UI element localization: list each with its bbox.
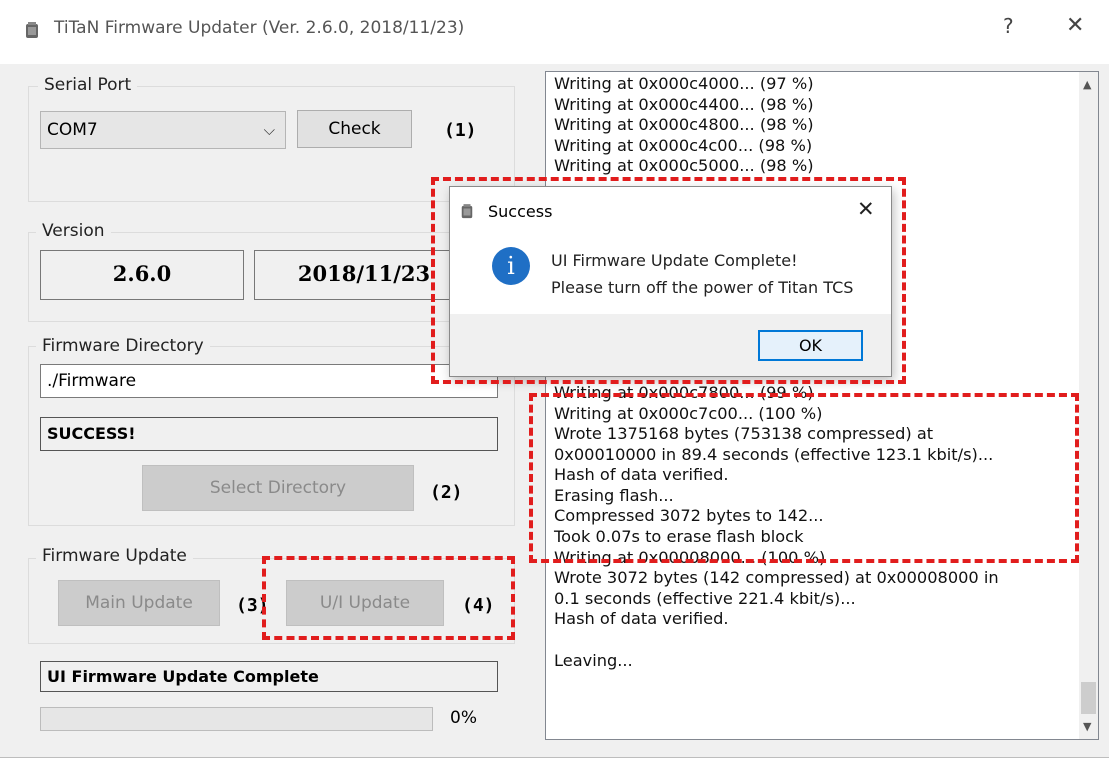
update-status: UI Firmware Update Complete (40, 661, 498, 692)
serial-port-label: Serial Port (38, 75, 138, 95)
title-bar: TiTaN Firmware Updater (Ver. 2.6.0, 2018… (0, 0, 1109, 64)
annotation-ui-update-highlight (262, 556, 515, 640)
app-icon (26, 22, 38, 38)
window-title: TiTaN Firmware Updater (Ver. 2.6.0, 2018… (54, 18, 465, 38)
firmware-update-label: Firmware Update (36, 546, 193, 566)
chevron-down-icon: ⌵ (263, 121, 275, 139)
log-line: Writing at 0x000c4000... (97 %) (554, 74, 814, 93)
scroll-up-icon[interactable]: ▲ (1083, 78, 1091, 91)
serial-port-value: COM7 (47, 120, 98, 140)
scroll-down-icon[interactable]: ▼ (1083, 720, 1091, 733)
main-update-button[interactable]: Main Update (58, 580, 220, 626)
firmware-path-field[interactable]: ./Firmware (40, 364, 498, 398)
version-number: 2.6.0 (40, 250, 244, 300)
log-line: Writing at 0x000c4400... (98 %) (554, 94, 814, 114)
help-button[interactable]: ? (1003, 14, 1014, 38)
select-directory-button[interactable]: Select Directory (142, 465, 414, 511)
annotation-log-highlight (529, 393, 1079, 563)
step-1-label: (1) (444, 120, 477, 141)
check-button[interactable]: Check (297, 110, 412, 148)
scroll-thumb[interactable] (1081, 682, 1096, 714)
log-line: Hash of data verified. (554, 609, 729, 629)
version-label: Version (36, 221, 111, 241)
firmware-directory-label: Firmware Directory (36, 336, 210, 356)
log-line: 0.1 seconds (effective 221.4 kbit/s)... (554, 588, 856, 608)
directory-status: SUCCESS! (40, 417, 498, 451)
log-line: Writing at 0x000c5000... (98 %) (554, 156, 814, 176)
annotation-dialog-highlight (431, 177, 906, 384)
progress-percent: 0% (450, 708, 477, 728)
log-line: Writing at 0x000c4c00... (98 %) (554, 135, 813, 155)
main-window: TiTaN Firmware Updater (Ver. 2.6.0, 2018… (0, 0, 1109, 758)
step-2-label: (2) (430, 482, 463, 503)
update-progress-bar (40, 707, 433, 731)
log-scrollbar[interactable]: ▲ ▼ (1079, 72, 1098, 739)
log-line: Writing at 0x000c4800... (98 %) (554, 115, 814, 135)
log-line: Wrote 3072 bytes (142 compressed) at 0x0… (554, 568, 999, 588)
window-close-button[interactable]: ✕ (1066, 13, 1084, 38)
log-line: Leaving... (554, 650, 633, 670)
serial-port-select[interactable]: COM7 ⌵ (40, 111, 286, 149)
